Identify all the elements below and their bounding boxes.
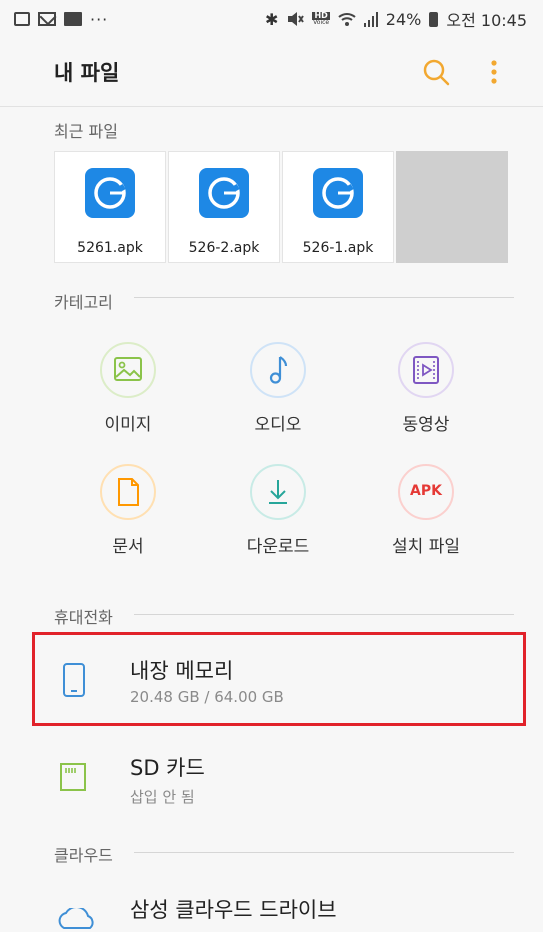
categories-divider bbox=[134, 297, 514, 298]
sd-card-status: 삽입 안 됨 bbox=[130, 788, 195, 806]
category-documents[interactable]: 문서 bbox=[68, 464, 188, 557]
category-downloads[interactable]: 다운로드 bbox=[218, 464, 338, 557]
system-icons: ✱ HD Voice 24% 오전 10:45 bbox=[265, 7, 527, 31]
notification-app-icon bbox=[14, 12, 30, 26]
recent-file-name: 526-2.apk bbox=[188, 240, 260, 256]
highlight-box bbox=[32, 632, 526, 726]
gallery-icon bbox=[64, 12, 82, 26]
search-button[interactable] bbox=[418, 54, 454, 90]
more-options-button[interactable] bbox=[482, 54, 506, 90]
sd-card-icon bbox=[60, 763, 86, 791]
categories-label: 카테고리 bbox=[54, 293, 113, 312]
signal-icon bbox=[363, 12, 378, 27]
status-time: 오전 10:45 bbox=[446, 11, 527, 30]
video-icon bbox=[398, 342, 454, 398]
samsung-cloud-item[interactable]: 삼성 클라우드 드라이브 bbox=[54, 886, 514, 929]
document-icon bbox=[100, 464, 156, 520]
recent-file-tile[interactable]: 526-2.apk bbox=[168, 151, 280, 263]
battery-percent: 24% bbox=[385, 9, 422, 29]
battery-icon bbox=[429, 11, 439, 27]
volte-icon: HD Voice bbox=[312, 11, 330, 26]
category-label: 다운로드 bbox=[246, 537, 310, 557]
more-notifications-icon: ··· bbox=[90, 9, 109, 29]
search-icon bbox=[423, 59, 450, 86]
page-title: 내 파일 bbox=[54, 61, 120, 85]
category-label: 동영상 bbox=[402, 415, 450, 435]
category-installers[interactable]: APK 설치 파일 bbox=[366, 464, 486, 557]
status-bar: ··· ✱ HD Voice 24% 오전 10:45 bbox=[0, 0, 543, 38]
category-label: 이미지 bbox=[104, 415, 152, 435]
more-vert-icon bbox=[491, 60, 497, 84]
cloud-icon bbox=[58, 908, 94, 929]
phone-divider bbox=[134, 614, 514, 615]
recent-files-label: 최근 파일 bbox=[54, 122, 118, 141]
cloud-divider bbox=[134, 852, 514, 853]
category-label: 설치 파일 bbox=[392, 537, 460, 557]
cloud-label: 클라우드 bbox=[54, 846, 113, 865]
recent-file-tile[interactable]: 5261.apk bbox=[54, 151, 166, 263]
apk-file-icon bbox=[199, 168, 249, 218]
mute-icon bbox=[288, 12, 305, 26]
recent-file-placeholder bbox=[396, 151, 508, 263]
sd-card-title: SD 카드 bbox=[130, 756, 205, 780]
apk-file-icon bbox=[85, 168, 135, 218]
apk-file-icon bbox=[313, 168, 363, 218]
samsung-cloud-title: 삼성 클라우드 드라이브 bbox=[130, 898, 337, 922]
image-icon bbox=[100, 342, 156, 398]
wifi-icon bbox=[338, 13, 356, 26]
bluetooth-icon: ✱ bbox=[265, 9, 279, 29]
download-icon bbox=[250, 464, 306, 520]
category-images[interactable]: 이미지 bbox=[68, 342, 188, 435]
category-label: 오디오 bbox=[254, 415, 302, 435]
notification-icons: ··· bbox=[14, 10, 108, 29]
category-label: 문서 bbox=[112, 537, 144, 557]
recent-file-name: 5261.apk bbox=[77, 240, 143, 256]
header-divider bbox=[0, 106, 543, 107]
apk-icon: APK bbox=[398, 464, 454, 520]
recent-file-name: 526-1.apk bbox=[302, 240, 374, 256]
category-audio[interactable]: 오디오 bbox=[218, 342, 338, 435]
app-header: 내 파일 bbox=[0, 38, 543, 106]
audio-icon bbox=[250, 342, 306, 398]
recent-files-list: 5261.apk 526-2.apk 526-1.apk bbox=[54, 151, 508, 263]
category-video[interactable]: 동영상 bbox=[366, 342, 486, 435]
recent-file-tile[interactable]: 526-1.apk bbox=[282, 151, 394, 263]
phone-label: 휴대전화 bbox=[54, 608, 113, 627]
mail-icon bbox=[38, 12, 56, 26]
sd-card-item[interactable]: SD 카드 삽입 안 됨 bbox=[54, 742, 514, 814]
